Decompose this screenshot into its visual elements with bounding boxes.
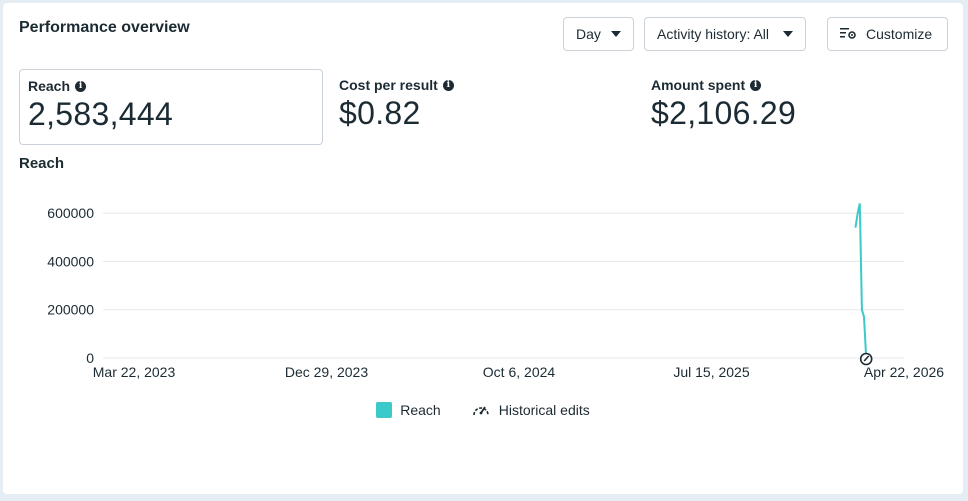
gauge-icon [472, 406, 489, 416]
x-tick-label: Apr 22, 2026 [864, 364, 944, 380]
reach-chart: 0200000400000600000Mar 22, 2023 Dec 29, 2… [47, 203, 944, 380]
performance-card: Performance overview Day Activity histor… [3, 3, 963, 494]
legend-label-reach: Reach [400, 402, 441, 418]
y-tick-label: 600000 [47, 205, 94, 221]
y-tick-label: 200000 [47, 302, 94, 318]
x-tick-label: Jul 15, 2025 [673, 364, 749, 380]
reach-series-line [854, 203, 868, 359]
legend-label-edits: Historical edits [498, 402, 590, 418]
reach-swatch [376, 402, 393, 418]
chart-legend: Reach Historical edits [3, 401, 963, 419]
legend-item-historical-edits[interactable]: Historical edits [471, 401, 590, 419]
y-tick-label: 400000 [47, 253, 94, 269]
x-tick-label: Mar 22, 2023 [93, 364, 176, 380]
x-tick-label: Oct 6, 2024 [483, 364, 556, 380]
x-tick-label: Dec 29, 2023 [285, 364, 368, 380]
legend-item-reach[interactable]: Reach [376, 401, 441, 419]
